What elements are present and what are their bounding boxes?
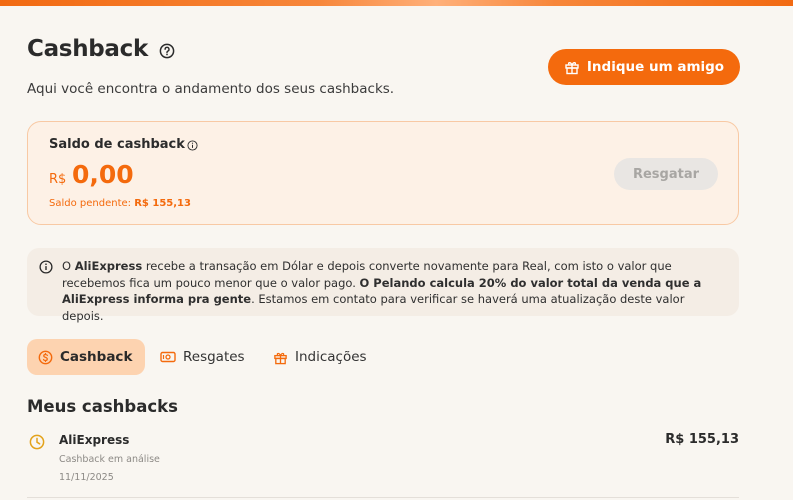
- balance-label: Saldo de cashback: [49, 137, 185, 152]
- top-accent-bar: [0, 0, 793, 6]
- pending-balance-label: Saldo pendente:: [49, 198, 132, 209]
- tab-indicacoes[interactable]: Indicações: [273, 339, 367, 375]
- balance-amount: 0,00: [72, 160, 134, 189]
- info-icon[interactable]: [187, 140, 198, 151]
- tab-resgates-label: Resgates: [183, 349, 245, 365]
- tab-resgates[interactable]: Resgates: [160, 339, 245, 375]
- balance-currency: R$: [49, 172, 67, 187]
- redeem-button[interactable]: Resgatar: [614, 158, 718, 190]
- tab-indicacoes-label: Indicações: [295, 349, 367, 365]
- cashback-balance-card: Saldo de cashback R$ 0,00 Saldo pendente…: [27, 121, 739, 225]
- gift-icon: [565, 62, 579, 75]
- divider: [27, 497, 739, 498]
- page-subtitle: Aqui você encontra o andamento dos seus …: [27, 81, 395, 97]
- banknote-icon: [160, 351, 176, 363]
- notice-text-part: O: [62, 259, 75, 273]
- cashback-amount: R$ 155,13: [665, 432, 739, 447]
- gift-icon: [274, 352, 287, 364]
- help-icon[interactable]: [159, 43, 175, 59]
- pending-balance: Saldo pendente: R$ 155,13: [49, 198, 191, 209]
- notice-text: O AliExpress recebe a transação em Dólar…: [62, 258, 727, 324]
- page-title: Cashback: [27, 36, 148, 62]
- cashback-date: 11/11/2025: [59, 472, 114, 483]
- coin-icon: [38, 350, 53, 364]
- notice-text-merchant: AliExpress: [74, 259, 143, 273]
- clock-icon: [29, 434, 45, 450]
- invite-friend-label: Indique um amigo: [586, 59, 725, 75]
- tab-cashback[interactable]: Cashback: [27, 339, 146, 375]
- currency-notice: O AliExpress recebe a transação em Dólar…: [27, 248, 739, 323]
- info-icon: [39, 260, 53, 274]
- pending-balance-value: R$ 155,13: [134, 198, 191, 209]
- tab-cashback-label: Cashback: [60, 349, 133, 365]
- cashback-status: Cashback em análise: [59, 454, 160, 465]
- list-item[interactable]: AliExpress R$ 155,13 Cashback em análise…: [27, 425, 739, 500]
- merchant-name: AliExpress: [59, 433, 130, 447]
- my-cashbacks-title: Meus cashbacks: [27, 397, 178, 416]
- invite-friend-button[interactable]: Indique um amigo: [548, 49, 740, 85]
